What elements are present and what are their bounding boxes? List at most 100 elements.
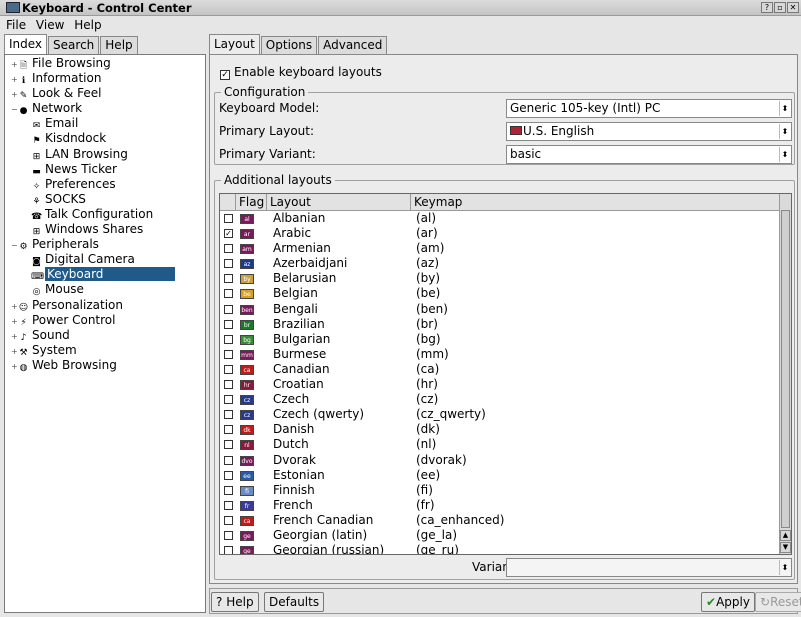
list-item[interactable]: az Azerbaidjani (az) bbox=[220, 256, 781, 271]
tree-item[interactable]: ✧ Preferences bbox=[5, 177, 205, 192]
column-layout[interactable]: Layout bbox=[267, 194, 411, 210]
layout-checkbox[interactable] bbox=[224, 364, 233, 374]
tab-search[interactable]: Search bbox=[48, 36, 100, 54]
layout-checkbox[interactable] bbox=[224, 515, 233, 525]
list-item[interactable]: cz Czech (qwerty) (cz_qwerty) bbox=[220, 407, 781, 422]
column-keymap[interactable]: Keymap bbox=[411, 194, 781, 210]
tree-item[interactable]: ⚘ SOCKS bbox=[5, 192, 205, 207]
list-item[interactable]: cz Czech (cz) bbox=[220, 392, 781, 407]
list-item[interactable]: fi Finnish (fi) bbox=[220, 483, 781, 498]
layout-checkbox[interactable] bbox=[224, 214, 233, 223]
additional-layouts-list[interactable]: Flag Layout Keymap al Albanian (al) ✓ ar Arab… bbox=[219, 193, 792, 555]
list-item[interactable]: ca Canadian (ca) bbox=[220, 362, 781, 377]
list-item[interactable]: mm Burmese (mm) bbox=[220, 347, 781, 362]
collapse-icon[interactable]: − bbox=[11, 102, 18, 117]
primary-layout-select[interactable]: U.S. English ⬍ bbox=[506, 122, 792, 141]
scrollbar-thumb[interactable] bbox=[781, 210, 790, 528]
list-item[interactable]: ca French Canadian (ca_enhanced) bbox=[220, 513, 781, 528]
layout-checkbox[interactable] bbox=[224, 470, 233, 480]
tree-item[interactable]: − ⚙ Peripherals bbox=[5, 237, 205, 252]
primary-variant-select[interactable]: basic ⬍ bbox=[506, 145, 792, 164]
list-item[interactable]: am Armenian (am) bbox=[220, 241, 781, 256]
layout-checkbox[interactable] bbox=[224, 244, 233, 254]
list-item[interactable]: nl Dutch (nl) bbox=[220, 437, 781, 452]
scroll-down-icon[interactable]: ▼ bbox=[780, 542, 791, 553]
menu-view[interactable]: View bbox=[36, 18, 64, 32]
reset-button[interactable]: ↻Reset bbox=[755, 592, 801, 612]
help-button[interactable]: ? Help bbox=[211, 592, 259, 612]
menu-file[interactable]: File bbox=[6, 18, 26, 32]
layout-checkbox[interactable] bbox=[224, 425, 233, 435]
list-item[interactable]: dk Danish (dk) bbox=[220, 422, 781, 437]
tree-item[interactable]: ⊞ LAN Browsing bbox=[5, 147, 205, 162]
layout-checkbox[interactable]: ✓ bbox=[224, 229, 233, 239]
layout-checkbox[interactable] bbox=[224, 304, 233, 314]
expand-icon[interactable]: + bbox=[11, 57, 18, 72]
tree-item[interactable]: + ♪ Sound bbox=[5, 328, 205, 343]
list-item[interactable]: dvo Dvorak (dvorak) bbox=[220, 453, 781, 468]
expand-icon[interactable]: + bbox=[11, 359, 18, 374]
layout-checkbox[interactable] bbox=[224, 485, 233, 495]
list-item[interactable]: bg Bulgarian (bg) bbox=[220, 332, 781, 347]
layout-checkbox[interactable] bbox=[224, 380, 233, 390]
tab-layout[interactable]: Layout bbox=[209, 34, 260, 54]
apply-button[interactable]: ✔Apply bbox=[701, 592, 755, 612]
tree-item[interactable]: + ✎ Look & Feel bbox=[5, 86, 205, 101]
expand-icon[interactable]: + bbox=[11, 314, 18, 329]
tree-item[interactable]: ⊞ Windows Shares bbox=[5, 222, 205, 237]
tree-item[interactable]: ◙ Digital Camera bbox=[5, 252, 205, 267]
defaults-button[interactable]: Defaults bbox=[264, 592, 325, 612]
tree-item[interactable]: ☎ Talk Configuration bbox=[5, 207, 205, 222]
tree-item[interactable]: + 🗎 File Browsing bbox=[5, 56, 205, 71]
tree-item[interactable]: ⌨ Keyboard bbox=[5, 267, 205, 282]
tab-help[interactable]: Help bbox=[100, 36, 138, 54]
tree-item[interactable]: +☺ Personalization bbox=[5, 298, 205, 313]
module-tree[interactable]: + 🗎 File Browsing + ℹ Information + ✎ Look & Fee… bbox=[4, 54, 206, 613]
tree-item[interactable]: + ⚒ System bbox=[5, 343, 205, 358]
maximize-window-button[interactable]: ▫ bbox=[774, 2, 786, 13]
menu-help[interactable]: Help bbox=[74, 18, 101, 32]
layout-checkbox[interactable] bbox=[224, 530, 233, 540]
list-item[interactable]: ✓ ar Arabic (ar) bbox=[220, 226, 781, 241]
expand-icon[interactable]: + bbox=[11, 344, 18, 359]
layout-checkbox[interactable] bbox=[224, 274, 233, 284]
layout-checkbox[interactable] bbox=[224, 500, 233, 510]
expand-icon[interactable]: + bbox=[11, 72, 18, 87]
layout-checkbox[interactable] bbox=[224, 349, 233, 359]
tab-index[interactable]: Index bbox=[4, 34, 48, 54]
expand-icon[interactable]: + bbox=[11, 299, 18, 314]
layout-checkbox[interactable] bbox=[224, 546, 233, 554]
layout-checkbox[interactable] bbox=[224, 289, 233, 299]
list-item[interactable]: hr Croatian (hr) bbox=[220, 377, 781, 392]
list-item[interactable]: be Belgian (be) bbox=[220, 286, 781, 301]
layout-checkbox[interactable] bbox=[224, 410, 233, 420]
column-flag[interactable]: Flag bbox=[236, 194, 267, 210]
layout-checkbox[interactable] bbox=[224, 334, 233, 344]
layout-checkbox[interactable] bbox=[224, 319, 233, 329]
tab-advanced[interactable]: Advanced bbox=[318, 36, 388, 54]
tree-item[interactable]: ✉ Email bbox=[5, 116, 205, 131]
tree-item[interactable]: + ◍ Web Browsing bbox=[5, 358, 205, 373]
layout-checkbox[interactable] bbox=[224, 440, 233, 450]
tree-item[interactable]: + ⚡ Power Control bbox=[5, 313, 205, 328]
enable-layouts-row[interactable]: ✓ Enable keyboard layouts bbox=[220, 65, 382, 80]
list-item[interactable]: br Brazilian (br) bbox=[220, 317, 781, 332]
list-item[interactable]: ge Georgian (latin) (ge_la) bbox=[220, 528, 781, 543]
close-window-button[interactable]: ✕ bbox=[787, 2, 799, 13]
tree-item[interactable]: ◎ Mouse bbox=[5, 282, 205, 297]
scroll-up-icon[interactable]: ▲ bbox=[780, 530, 791, 541]
tree-item[interactable]: + ℹ Information bbox=[5, 71, 205, 86]
variant-select[interactable]: ⬍ bbox=[506, 558, 792, 577]
tree-item[interactable]: ▬ News Ticker bbox=[5, 162, 205, 177]
help-window-button[interactable]: ? bbox=[761, 2, 773, 13]
list-item[interactable]: ge Georgian (russian) (ge_ru) bbox=[220, 543, 781, 554]
list-item[interactable]: ee Estonian (ee) bbox=[220, 468, 781, 483]
list-item[interactable]: al Albanian (al) bbox=[220, 211, 781, 226]
layout-checkbox[interactable] bbox=[224, 395, 233, 405]
expand-icon[interactable]: + bbox=[11, 329, 18, 344]
list-item[interactable]: by Belarusian (by) bbox=[220, 271, 781, 286]
collapse-icon[interactable]: − bbox=[11, 238, 18, 253]
enable-layouts-checkbox[interactable]: ✓ bbox=[220, 70, 230, 80]
list-item[interactable]: fr French (fr) bbox=[220, 498, 781, 513]
tree-item[interactable]: ⚑ Kisdndock bbox=[5, 131, 205, 146]
